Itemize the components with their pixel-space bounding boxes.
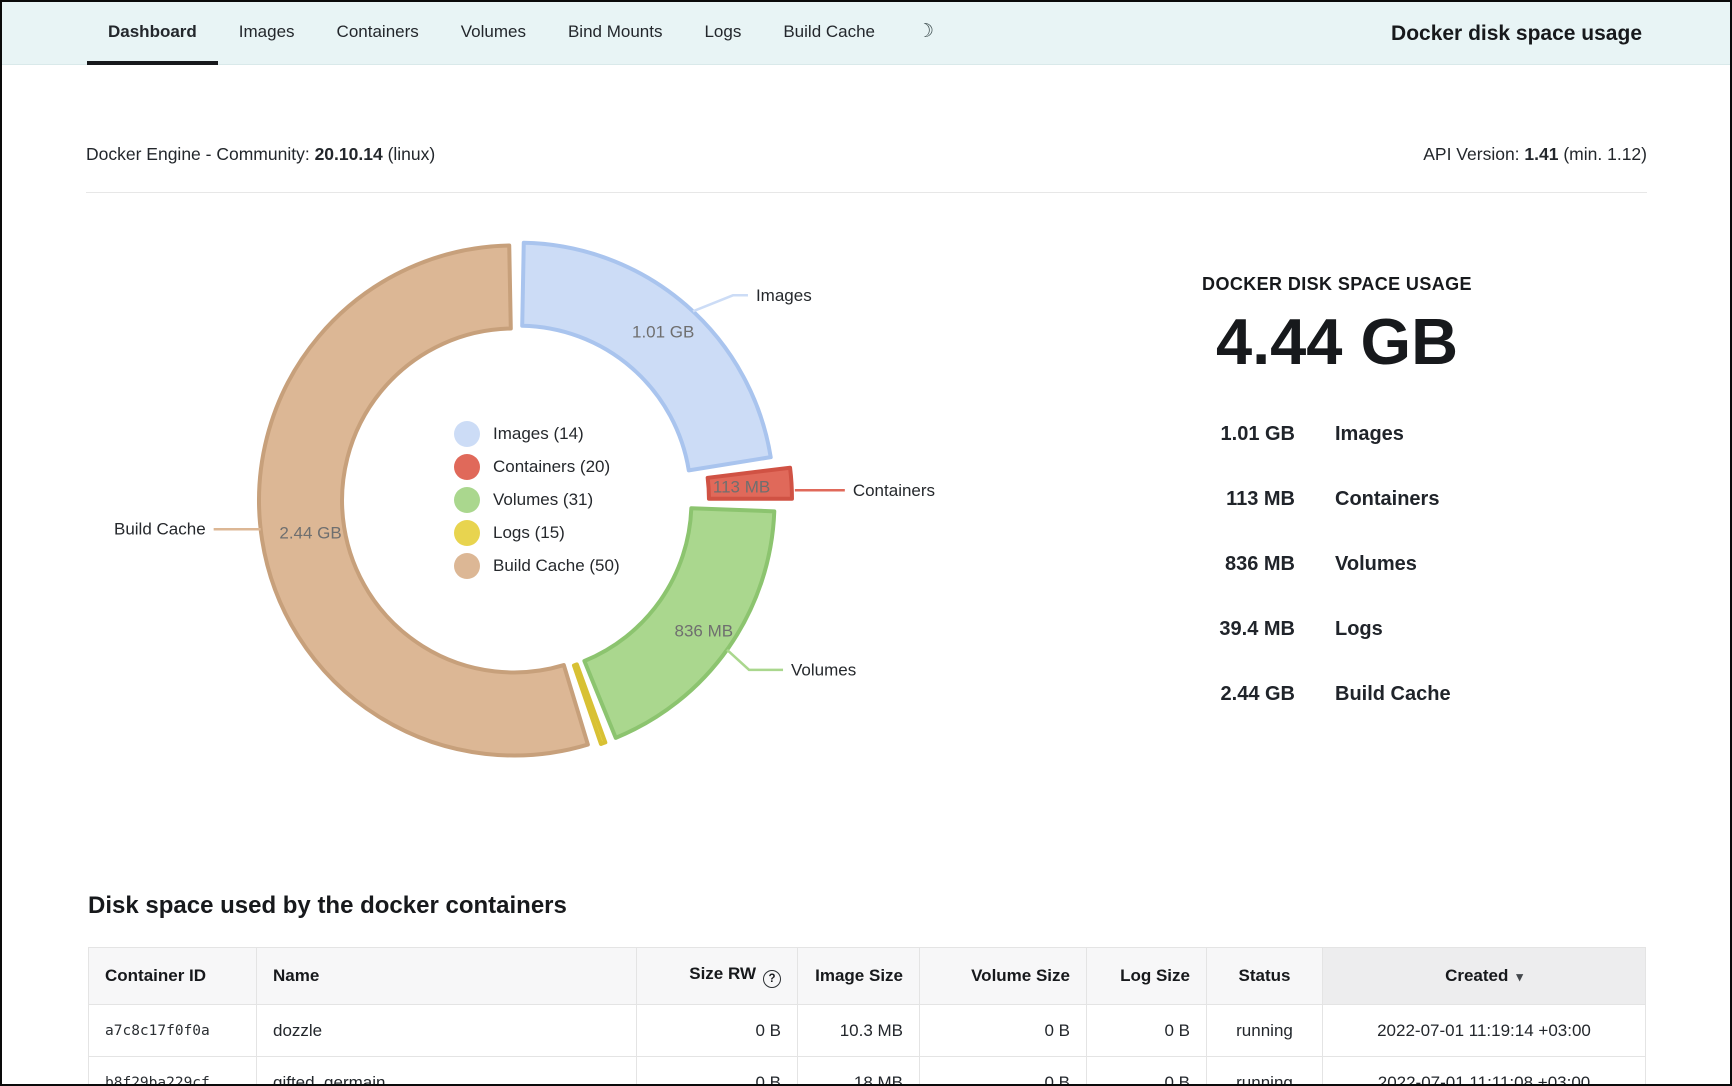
disk-usage-summary: DOCKER DISK SPACE USAGE 4.44 GB 1.01 GB I… — [1147, 274, 1527, 727]
dark-mode-toggle[interactable]: ☾ — [896, 2, 955, 65]
column-header-size-rw[interactable]: Size RW? — [637, 948, 798, 1005]
summary-category: Logs — [1335, 618, 1527, 641]
table-row: a7c8c17f0f0adozzle0 B10.3 MB0 B0 Brunnin… — [89, 1005, 1646, 1057]
callout-label-containers: Containers — [853, 481, 935, 500]
slice-value-label-volumes: 836 MB — [674, 622, 733, 641]
legend-swatch-images — [454, 421, 480, 447]
cell-log-size: 0 B — [1087, 1057, 1207, 1086]
cell-container-id: a7c8c17f0f0a — [89, 1005, 257, 1057]
summary-category: Containers — [1335, 488, 1527, 511]
summary-size: 1.01 GB — [1147, 423, 1295, 446]
legend-swatch-volumes — [454, 487, 480, 513]
cell-image-size: 10.3 MB — [798, 1005, 920, 1057]
cell-status: running — [1207, 1005, 1323, 1057]
table-body: a7c8c17f0f0adozzle0 B10.3 MB0 B0 Brunnin… — [89, 1005, 1646, 1086]
summary-total: 4.44 GB — [1147, 304, 1527, 379]
page-title: Docker disk space usage — [1391, 2, 1642, 65]
column-header-volume-size[interactable]: Volume Size — [920, 948, 1087, 1005]
legend-item-containers[interactable]: Containers (20) — [454, 454, 620, 480]
cell-image-size: 18 MB — [798, 1057, 920, 1086]
table-header-row: Container IDNameSize RW?Image SizeVolume… — [89, 948, 1646, 1005]
summary-size: 113 MB — [1147, 488, 1295, 511]
legend-swatch-logs — [454, 520, 480, 546]
containers-section-heading: Disk space used by the docker containers — [88, 892, 567, 920]
tab-logs[interactable]: Logs — [683, 2, 762, 65]
legend-item-build-cache[interactable]: Build Cache (50) — [454, 553, 620, 579]
legend-swatch-build-cache — [454, 553, 480, 579]
callout-label-build-cache: Build Cache — [114, 520, 206, 539]
cell-log-size: 0 B — [1087, 1005, 1207, 1057]
cell-status: running — [1207, 1057, 1323, 1086]
callout-label-volumes: Volumes — [791, 660, 856, 679]
legend-label: Images (14) — [493, 424, 584, 444]
cell-name: dozzle — [257, 1005, 637, 1057]
slice-value-label-containers: 113 MB — [713, 477, 770, 496]
api-version-text: API Version: 1.41 (min. 1.12) — [1423, 144, 1647, 165]
cell-container-id: b8f29ba229cf — [89, 1057, 257, 1086]
column-header-log-size[interactable]: Log Size — [1087, 948, 1207, 1005]
summary-row-build-cache: 2.44 GB Build Cache — [1147, 662, 1527, 727]
summary-heading: DOCKER DISK SPACE USAGE — [1147, 274, 1527, 295]
summary-rows: 1.01 GB Images 113 MB Containers 836 MB Volum… — [1147, 402, 1527, 727]
cell-volume-size: 0 B — [920, 1005, 1087, 1057]
chart-legend: Images (14) Containers (20) Volumes (31) Lo… — [454, 421, 620, 579]
cell-created: 2022-07-01 11:19:14 +03:00 — [1323, 1005, 1646, 1057]
tab-images[interactable]: Images — [218, 2, 316, 65]
legend-item-images[interactable]: Images (14) — [454, 421, 620, 447]
cell-name: gifted_germain — [257, 1057, 637, 1086]
tab-volumes[interactable]: Volumes — [440, 2, 547, 65]
moon-icon: ☾ — [917, 20, 934, 43]
summary-size: 836 MB — [1147, 553, 1295, 576]
legend-label: Logs (15) — [493, 523, 565, 543]
summary-row-volumes: 836 MB Volumes — [1147, 532, 1527, 597]
column-header-image-size[interactable]: Image Size — [798, 948, 920, 1005]
column-header-container-id[interactable]: Container ID — [89, 948, 257, 1005]
summary-row-logs: 39.4 MB Logs — [1147, 597, 1527, 662]
summary-row-containers: 113 MB Containers — [1147, 467, 1527, 532]
top-navbar: DashboardImagesContainersVolumesBind Mou… — [2, 2, 1730, 65]
legend-label: Volumes (31) — [493, 490, 593, 510]
cell-size-rw: 0 B — [637, 1057, 798, 1086]
column-header-status[interactable]: Status — [1207, 948, 1323, 1005]
slice-value-label-build-cache: 2.44 GB — [279, 524, 341, 543]
api-label: API Version: — [1423, 144, 1519, 164]
containers-table: Container IDNameSize RW?Image SizeVolume… — [88, 947, 1646, 1086]
summary-row-images: 1.01 GB Images — [1147, 402, 1527, 467]
summary-category: Build Cache — [1335, 683, 1527, 706]
nav-tabs: DashboardImagesContainersVolumesBind Mou… — [87, 2, 955, 64]
slice-value-label-images: 1.01 GB — [632, 323, 694, 342]
legend-label: Build Cache (50) — [493, 556, 620, 576]
tab-bind-mounts[interactable]: Bind Mounts — [547, 2, 684, 65]
summary-size: 2.44 GB — [1147, 683, 1295, 706]
summary-size: 39.4 MB — [1147, 618, 1295, 641]
callout-label-images: Images — [756, 286, 812, 305]
api-version: 1.41 — [1524, 144, 1558, 164]
sort-desc-icon: ▾ — [1516, 969, 1523, 984]
disk-usage-donut-chart: 1.01 GB Images 113 MB Containers 836 MB Volum… — [2, 2, 1002, 802]
cell-created: 2022-07-01 11:11:08 +03:00 — [1323, 1057, 1646, 1086]
tab-build-cache[interactable]: Build Cache — [762, 2, 896, 65]
containers-table-wrap: Container IDNameSize RW?Image SizeVolume… — [88, 947, 1646, 1086]
tab-dashboard[interactable]: Dashboard — [87, 2, 218, 65]
tab-containers[interactable]: Containers — [316, 2, 440, 65]
column-header-name[interactable]: Name — [257, 948, 637, 1005]
docker-disk-usage-window: DashboardImagesContainersVolumesBind Mou… — [0, 0, 1732, 1086]
callout-line-images — [693, 295, 748, 311]
legend-item-logs[interactable]: Logs (15) — [454, 520, 620, 546]
legend-swatch-containers — [454, 454, 480, 480]
column-header-created[interactable]: Created▾ — [1323, 948, 1646, 1005]
table-row: b8f29ba229cfgifted_germain0 B18 MB0 B0 B… — [89, 1057, 1646, 1086]
size-rw-help-icon[interactable]: ? — [763, 970, 781, 988]
cell-size-rw: 0 B — [637, 1005, 798, 1057]
callout-line-volumes — [727, 650, 783, 670]
summary-category: Volumes — [1335, 553, 1527, 576]
legend-item-volumes[interactable]: Volumes (31) — [454, 487, 620, 513]
cell-volume-size: 0 B — [920, 1057, 1087, 1086]
api-min-version: (min. 1.12) — [1563, 144, 1647, 164]
legend-label: Containers (20) — [493, 457, 610, 477]
summary-category: Images — [1335, 423, 1527, 446]
